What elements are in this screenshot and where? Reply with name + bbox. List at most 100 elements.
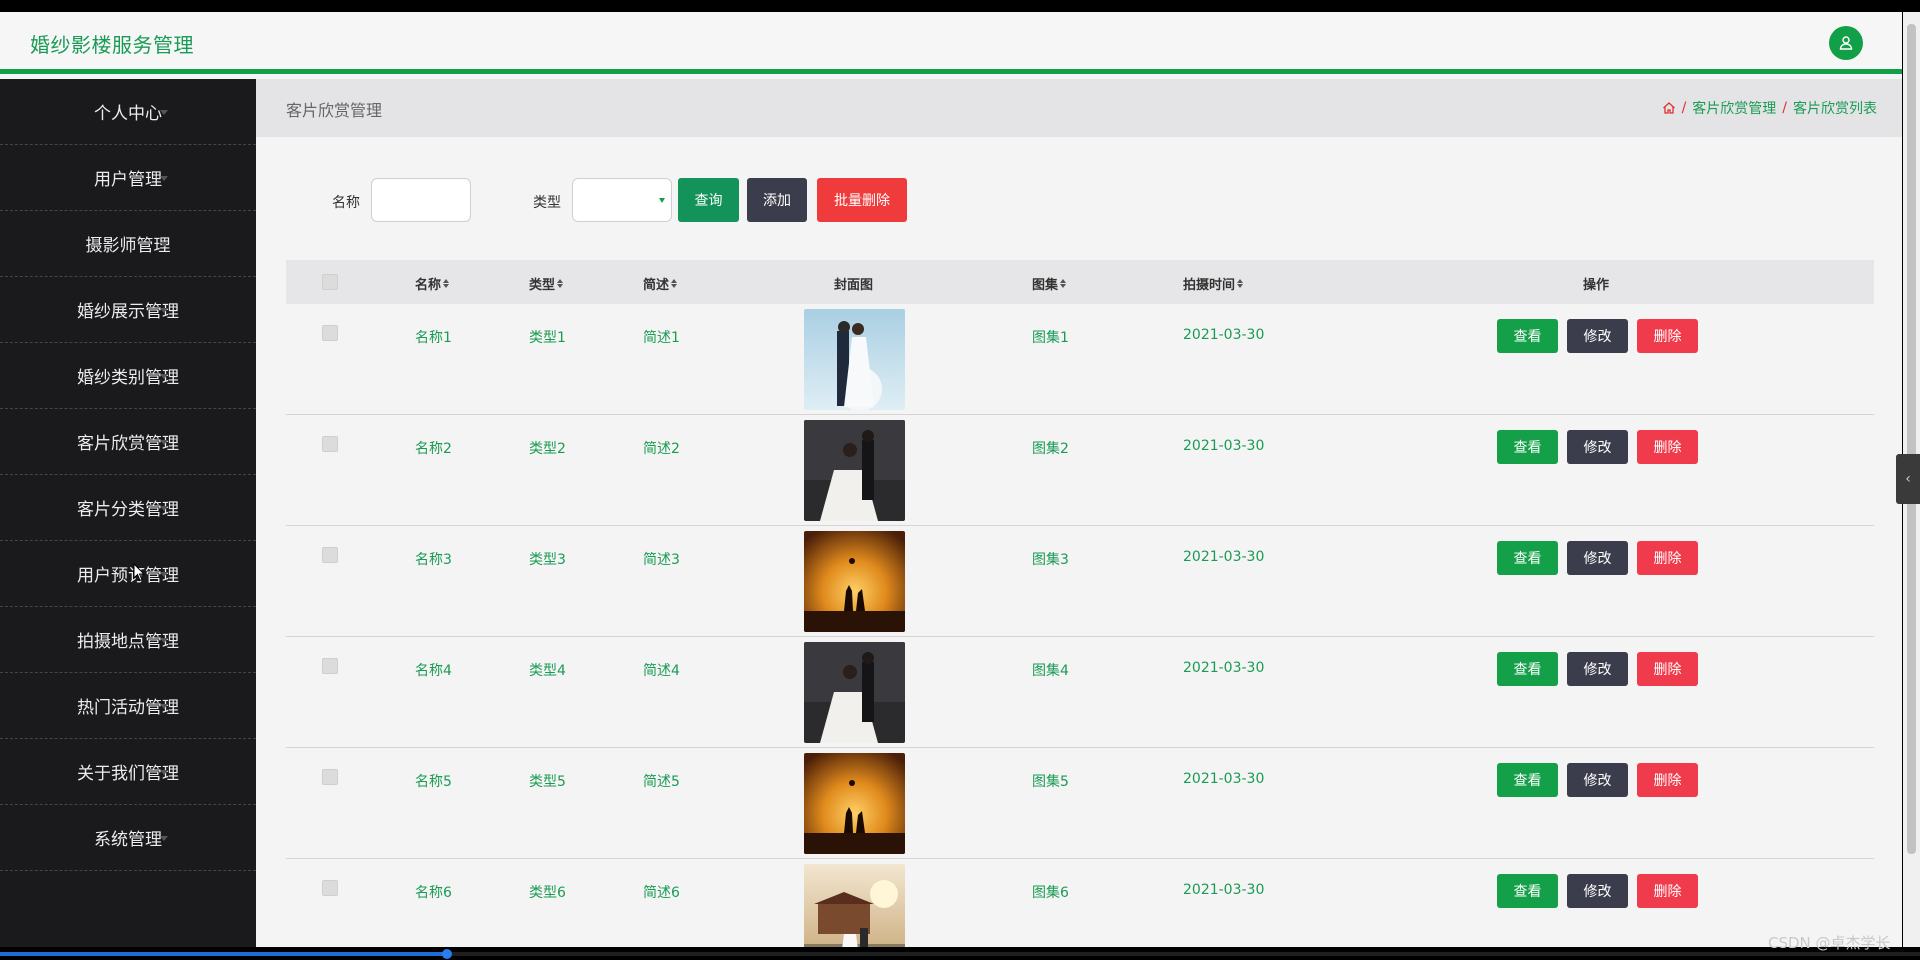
add-button[interactable]: 添加: [747, 178, 807, 222]
delete-button[interactable]: 删除: [1637, 874, 1698, 908]
caret-down-icon: [160, 308, 168, 313]
table-body: 名称1 类型1 简述1 图集1 2021-03-30 查看 修改 删除 名称2 类型2 简述2 图集2…: [286, 304, 1874, 947]
cover-image: [804, 531, 905, 632]
name-label: 名称: [332, 195, 360, 211]
delete-button[interactable]: 删除: [1637, 319, 1698, 353]
cell-name: 名称4: [415, 663, 452, 679]
delete-button[interactable]: 删除: [1637, 652, 1698, 686]
cell-shoot-time: 2021-03-30: [1183, 549, 1265, 565]
caret-down-icon: [160, 110, 168, 115]
view-button[interactable]: 查看: [1497, 319, 1558, 353]
cell-gallery: 图集6: [1032, 885, 1069, 901]
edit-button[interactable]: 修改: [1567, 874, 1628, 908]
cell-type: 类型3: [529, 552, 566, 568]
row-checkbox[interactable]: [322, 325, 338, 341]
chevron-left-icon: ‹: [1905, 471, 1911, 487]
table-row: 名称6 类型6 简述6 图集6 2021-03-30 查看 修改 删除: [286, 859, 1874, 947]
sidebar-item[interactable]: 用户管理: [0, 145, 256, 211]
edit-button[interactable]: 修改: [1567, 430, 1628, 464]
edit-button[interactable]: 修改: [1567, 763, 1628, 797]
sidebar-item[interactable]: 摄影师管理: [0, 211, 256, 277]
sidebar-item[interactable]: 个人中心: [0, 79, 256, 145]
cell-type: 类型2: [529, 441, 566, 457]
cell-shoot-time: 2021-03-30: [1183, 660, 1265, 676]
cell-name: 名称5: [415, 774, 452, 790]
edit-button[interactable]: 修改: [1567, 541, 1628, 575]
cell-summary: 简述4: [643, 663, 680, 679]
admin-page: 婚纱影楼服务管理 个人中心 用户管理 摄影师管理 婚纱展示管理 婚纱类别管理 客片欣赏管理…: [0, 12, 1902, 947]
caret-down-icon: [160, 704, 168, 709]
view-button[interactable]: 查看: [1497, 541, 1558, 575]
row-checkbox[interactable]: [322, 880, 338, 896]
view-button[interactable]: 查看: [1497, 874, 1558, 908]
batch-delete-button[interactable]: 批量删除: [817, 178, 907, 222]
view-button[interactable]: 查看: [1497, 763, 1558, 797]
sidebar-item[interactable]: 关于我们管理: [0, 739, 256, 805]
cell-summary: 简述2: [643, 441, 680, 457]
table-row: 名称1 类型1 简述1 图集1 2021-03-30 查看 修改 删除: [286, 304, 1874, 415]
scrollbar-thumb[interactable]: [1907, 24, 1916, 854]
cell-gallery: 图集4: [1032, 663, 1069, 679]
cell-name: 名称1: [415, 330, 452, 346]
column-header-name[interactable]: 名称: [415, 274, 450, 293]
view-button[interactable]: 查看: [1497, 430, 1558, 464]
column-header-gallery[interactable]: 图集: [1032, 274, 1067, 293]
cover-image: [804, 420, 905, 521]
sidebar-item[interactable]: 客片欣赏管理: [0, 409, 256, 475]
breadcrumb-item-list[interactable]: 客片欣赏列表: [1793, 98, 1877, 118]
cell-name: 名称6: [415, 885, 452, 901]
screen: 婚纱影楼服务管理 个人中心 用户管理 摄影师管理 婚纱展示管理 婚纱类别管理 客片欣赏管理…: [0, 0, 1920, 960]
sidebar-item[interactable]: 用户预订管理: [0, 541, 256, 607]
view-button[interactable]: 查看: [1497, 652, 1558, 686]
caret-down-icon: [160, 440, 168, 445]
delete-button[interactable]: 删除: [1637, 541, 1698, 575]
user-avatar-button[interactable]: [1829, 26, 1863, 60]
cell-gallery: 图集3: [1032, 552, 1069, 568]
user-icon: [1839, 36, 1853, 50]
type-select[interactable]: [572, 178, 672, 222]
type-label: 类型: [533, 195, 561, 211]
home-icon[interactable]: [1662, 101, 1676, 115]
app-title: 婚纱影楼服务管理: [30, 33, 194, 57]
delete-button[interactable]: 删除: [1637, 763, 1698, 797]
cell-gallery: 图集2: [1032, 441, 1069, 457]
sidebar-item[interactable]: 婚纱类别管理: [0, 343, 256, 409]
sidebar-item[interactable]: 系统管理: [0, 805, 256, 871]
breadcrumb-separator: /: [1681, 100, 1687, 116]
edit-button[interactable]: 修改: [1567, 652, 1628, 686]
sidebar-item[interactable]: 客片分类管理: [0, 475, 256, 541]
video-progress-handle[interactable]: [442, 949, 453, 959]
breadcrumb-item-module[interactable]: 客片欣赏管理: [1692, 98, 1776, 118]
row-checkbox[interactable]: [322, 769, 338, 785]
sidebar-item[interactable]: 拍摄地点管理: [0, 607, 256, 673]
sidebar-item[interactable]: 热门活动管理: [0, 673, 256, 739]
edit-button[interactable]: 修改: [1567, 319, 1628, 353]
row-checkbox[interactable]: [322, 658, 338, 674]
caret-down-icon: [160, 176, 168, 181]
column-header-type[interactable]: 类型: [529, 274, 564, 293]
sort-icon: [1060, 279, 1067, 288]
query-button[interactable]: 查询: [678, 178, 739, 222]
caret-down-icon: [160, 374, 168, 379]
page-title: 客片欣赏管理: [286, 101, 383, 120]
collapse-panel-tab[interactable]: ‹: [1896, 454, 1920, 504]
sidebar-item[interactable]: 婚纱展示管理: [0, 277, 256, 343]
sidebar-item-label: 摄影师管理: [85, 236, 171, 256]
name-search-input[interactable]: [371, 178, 471, 222]
caret-down-icon: [160, 638, 168, 643]
sidebar-item-label: 用户管理: [94, 170, 162, 190]
column-header-shoot-time[interactable]: 拍摄时间: [1183, 274, 1244, 293]
select-all-checkbox[interactable]: [322, 274, 338, 290]
row-checkbox[interactable]: [322, 547, 338, 563]
sidebar: 个人中心用户管理摄影师管理婚纱展示管理 婚纱类别管理 客片欣赏管理 客片分类管理 用户预…: [0, 79, 256, 947]
table-row: 名称5 类型5 简述5 图集5 2021-03-30 查看 修改 删除: [286, 748, 1874, 859]
breadcrumb: / 客片欣赏管理 / 客片欣赏列表: [1662, 98, 1877, 118]
column-header-summary[interactable]: 简述: [643, 274, 678, 293]
caret-down-icon: [160, 770, 168, 775]
cell-type: 类型4: [529, 663, 566, 679]
table-row: 名称3 类型3 简述3 图集3 2021-03-30 查看 修改 删除: [286, 526, 1874, 637]
delete-button[interactable]: 删除: [1637, 430, 1698, 464]
cell-summary: 简述3: [643, 552, 680, 568]
cell-type: 类型5: [529, 774, 566, 790]
row-checkbox[interactable]: [322, 436, 338, 452]
